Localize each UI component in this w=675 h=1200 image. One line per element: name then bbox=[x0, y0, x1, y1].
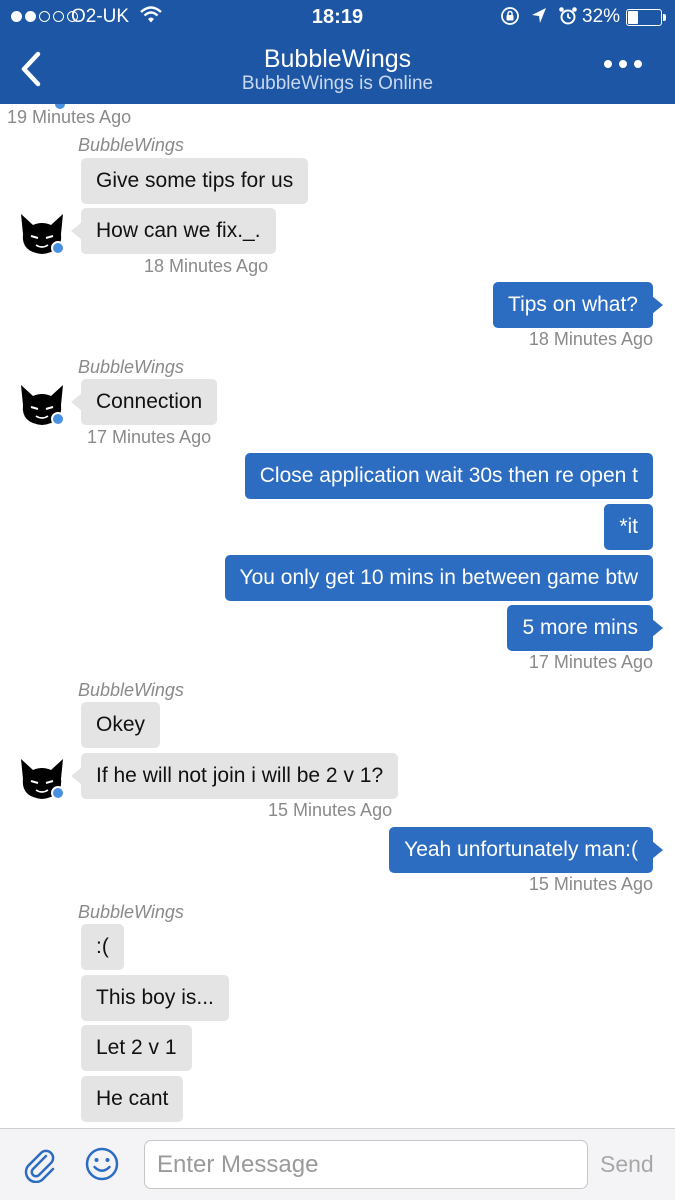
status-bar: O2-UK 18:19 32% bbox=[0, 0, 675, 34]
outgoing-message[interactable]: Tips on what? bbox=[493, 282, 663, 328]
incoming-message[interactable]: He cant bbox=[81, 1076, 184, 1122]
timestamp: 18 Minutes Ago bbox=[528, 329, 653, 349]
alarm-clock-icon bbox=[559, 7, 577, 25]
message-composer: Send bbox=[0, 1128, 675, 1200]
outgoing-message[interactable]: Yeah unfortunately man:( bbox=[389, 827, 663, 873]
smiley-icon[interactable] bbox=[84, 1146, 120, 1182]
outgoing-message[interactable]: Close application wait 30s then re open … bbox=[244, 453, 653, 499]
outgoing-message[interactable]: You only get 10 mins in between game btw bbox=[224, 555, 653, 601]
timestamp: 19 Minutes Ago bbox=[7, 107, 132, 127]
presence-dot bbox=[51, 786, 65, 800]
paperclip-icon[interactable] bbox=[22, 1147, 58, 1183]
message-input[interactable] bbox=[144, 1140, 588, 1189]
message-list[interactable]: 19 Minutes Ago BubbleWings Give some tip… bbox=[0, 104, 675, 1128]
incoming-message[interactable]: How can we fix._. bbox=[71, 208, 276, 254]
incoming-message[interactable]: This boy is... bbox=[81, 975, 229, 1021]
incoming-message[interactable]: Let 2 v 1 bbox=[81, 1025, 192, 1071]
battery-percentage: 32% bbox=[582, 6, 621, 27]
battery-tip bbox=[663, 14, 666, 21]
presence-dot bbox=[51, 241, 65, 255]
battery-level-fill bbox=[628, 11, 638, 24]
page-title: BubbleWings bbox=[263, 45, 412, 73]
battery-icon bbox=[626, 9, 662, 26]
sender-name: BubbleWings bbox=[78, 135, 184, 155]
sender-name: BubbleWings bbox=[78, 902, 184, 922]
timestamp: 17 Minutes Ago bbox=[528, 652, 653, 672]
incoming-message[interactable]: Connection bbox=[70, 379, 218, 425]
sender-name: BubbleWings bbox=[78, 680, 184, 700]
chat-header: O2-UK 18:19 32% BubbleWings BubbleWings … bbox=[0, 0, 675, 104]
timestamp: 18 Minutes Ago bbox=[144, 256, 269, 276]
outgoing-message[interactable]: *it bbox=[604, 504, 653, 550]
location-arrow-icon bbox=[532, 8, 546, 23]
timestamp: 15 Minutes Ago bbox=[268, 800, 393, 820]
outgoing-message[interactable]: 5 more mins bbox=[507, 605, 663, 651]
sender-name: BubbleWings bbox=[78, 357, 184, 377]
incoming-message[interactable]: Give some tips for us bbox=[81, 158, 309, 204]
incoming-message[interactable]: :( bbox=[81, 924, 124, 970]
timestamp: 17 Minutes Ago bbox=[87, 427, 212, 447]
incoming-message[interactable]: If he will not join i will be 2 v 1? bbox=[70, 753, 399, 799]
presence-status: BubbleWings is Online bbox=[241, 73, 434, 94]
send-button[interactable]: Send bbox=[600, 1151, 654, 1178]
timestamp: 15 Minutes Ago bbox=[528, 874, 653, 894]
ellipsis-icon[interactable] bbox=[604, 60, 642, 68]
incoming-message[interactable]: Okey bbox=[81, 702, 161, 748]
orientation-lock-icon bbox=[501, 7, 519, 25]
presence-dot bbox=[51, 412, 65, 426]
